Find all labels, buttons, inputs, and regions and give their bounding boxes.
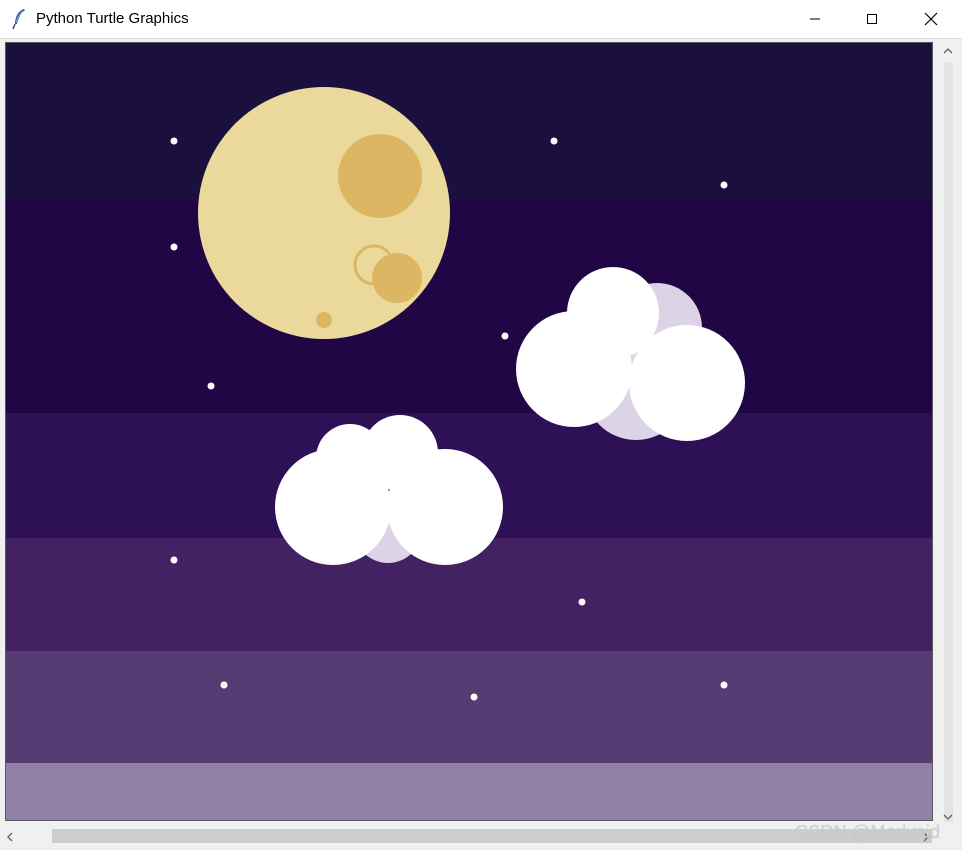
star <box>578 598 586 606</box>
close-button[interactable] <box>902 0 960 38</box>
moon <box>198 87 450 339</box>
maximize-button[interactable] <box>843 0 901 38</box>
star <box>501 332 509 340</box>
star <box>720 181 728 189</box>
turtle-window: Python Turtle Graphics CSDN @Morlvoid <box>0 0 962 850</box>
scroll-down-arrow[interactable] <box>943 810 953 824</box>
close-icon <box>924 12 938 26</box>
feather-icon <box>12 8 28 30</box>
watermark: CSDN @Morlvoid <box>795 822 941 842</box>
star <box>720 681 728 689</box>
maximize-icon <box>867 14 877 24</box>
star <box>550 137 558 145</box>
moon-crater <box>338 134 422 218</box>
star <box>170 243 178 251</box>
star <box>170 556 178 564</box>
title-bar[interactable]: Python Turtle Graphics <box>0 0 962 39</box>
vertical-scrollbar[interactable] <box>940 42 957 823</box>
sky-band-6 <box>6 763 932 820</box>
vertical-scroll-thumb[interactable] <box>944 62 953 822</box>
moon-crater <box>316 312 332 328</box>
window-title: Python Turtle Graphics <box>36 10 189 27</box>
sky-band-5 <box>6 651 932 763</box>
sky-band-2 <box>6 199 932 413</box>
turtle-canvas[interactable] <box>5 42 933 821</box>
star <box>170 137 178 145</box>
star <box>470 693 478 701</box>
moon-crater <box>372 253 422 303</box>
minimize-button[interactable] <box>786 0 844 38</box>
star <box>220 681 228 689</box>
star <box>207 382 215 390</box>
scroll-up-arrow[interactable] <box>943 44 953 58</box>
scroll-left-arrow[interactable] <box>6 831 14 845</box>
sky-band-1 <box>6 43 932 199</box>
minimize-icon <box>810 18 820 20</box>
